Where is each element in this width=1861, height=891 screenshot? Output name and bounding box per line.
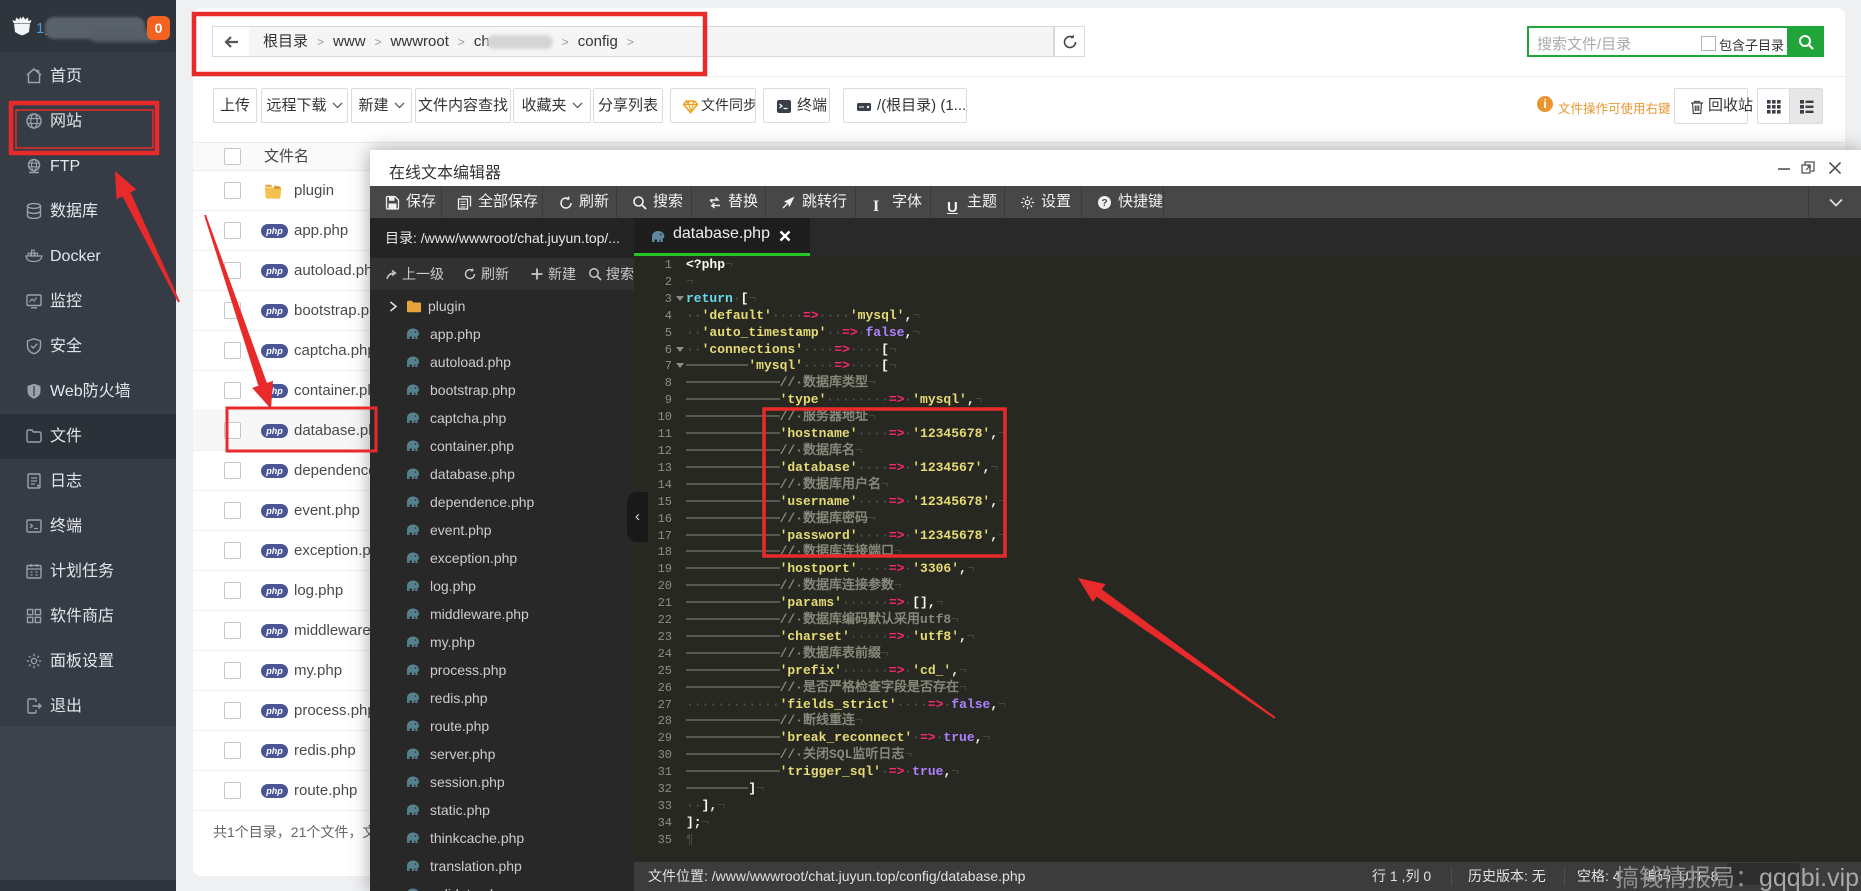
svg-text:?: ? — [1101, 198, 1107, 209]
